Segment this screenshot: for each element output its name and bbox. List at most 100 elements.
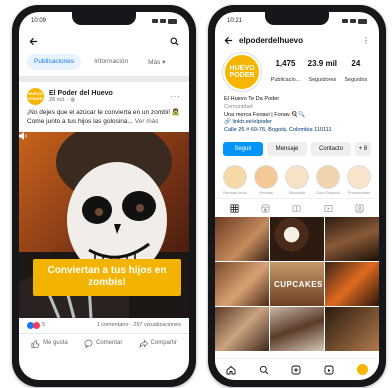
comment-view-count[interactable]: 1 comentario · 297 visualizaciones — [97, 322, 181, 328]
highlight-label: Promociones — [347, 191, 371, 196]
post-actions: Me gusta Comentar Compartir — [19, 332, 189, 353]
profile-username: elpoderdelhuevo — [239, 35, 304, 45]
bio-name: El Huevo Te Da Poder — [224, 96, 280, 102]
back-arrow-icon[interactable] — [224, 36, 233, 45]
tab-posts[interactable]: Publicaciones — [27, 54, 82, 70]
share-button[interactable]: Compartir — [139, 339, 177, 348]
grid-post[interactable] — [215, 262, 269, 307]
reactions[interactable]: 5 — [27, 321, 46, 329]
avatar-logo-text: HUEVO PODER — [28, 91, 43, 101]
highlight-label: Ciclo Expansión — [316, 191, 340, 196]
bio-category: Comunidad — [224, 103, 253, 110]
post-overlay-text: CUPCAKES — [274, 279, 323, 289]
grid-post[interactable] — [215, 217, 269, 262]
follow-button[interactable]: Seguir — [223, 142, 263, 157]
search-icon[interactable] — [170, 37, 179, 46]
status-icons — [152, 18, 177, 24]
home-icon[interactable] — [226, 365, 236, 375]
grid-post[interactable] — [215, 307, 269, 352]
video-caption: Conviertan a tus hijos en zombis! — [33, 258, 181, 296]
volume-icon[interactable] — [19, 131, 29, 140]
status-time: 10:21 — [227, 18, 243, 24]
page-name[interactable]: El Poder del Huevo — [49, 90, 113, 97]
search-icon[interactable] — [259, 365, 269, 375]
stat-value: 23.9 mil — [307, 58, 338, 68]
see-more-link[interactable]: Ver más — [135, 118, 159, 125]
facebook-tabs: Publicaciones Información Más ▾ — [19, 52, 189, 77]
contact-button[interactable]: Contacto — [311, 142, 351, 157]
stat-posts[interactable]: 1,475 Publicacio... — [271, 59, 301, 86]
grid-post[interactable] — [325, 262, 379, 307]
status-time: 10:09 — [31, 18, 47, 24]
stat-following[interactable]: 24 Seguidos — [344, 59, 367, 86]
highlight-item[interactable]: Recetas — [254, 165, 278, 195]
comment-icon — [84, 339, 93, 348]
highlight-cover — [223, 165, 247, 190]
share-label: Compartir — [150, 340, 177, 347]
posts-grid: CUPCAKES — [215, 217, 379, 352]
add-post-icon[interactable] — [291, 365, 301, 375]
page-avatar[interactable]: HUEVO PODER — [27, 88, 44, 105]
post-text: ¡No dejes que el azúcar te convierta en … — [19, 109, 189, 132]
message-button[interactable]: Mensaje — [267, 142, 307, 157]
grid-post[interactable]: CUPCAKES — [270, 262, 324, 307]
highlight-item[interactable]: Reportaje — [285, 165, 309, 195]
grid-post[interactable] — [325, 307, 379, 352]
notch — [72, 12, 136, 25]
profile-bio: El Huevo Te Da Poder Comunidad Una merca… — [215, 94, 379, 137]
stat-followers[interactable]: 23.9 mil Seguidores — [308, 59, 337, 86]
post-meta: 28 oct. · ◍ — [49, 97, 113, 103]
like-button[interactable]: Me gusta — [31, 339, 68, 348]
bottom-navigation — [215, 358, 379, 380]
back-arrow-icon[interactable] — [29, 37, 38, 46]
facebook-screen: 10:09 Publicaciones Información Más ▾ HU… — [19, 12, 189, 380]
story-highlights: Recetas Inicio Recetas Reportaje Ciclo E… — [215, 161, 379, 198]
profile-stats: 1,475 Publicacio... 23.9 mil Seguidores 24… — [267, 59, 371, 86]
reels-icon[interactable] — [261, 204, 270, 213]
bio-link[interactable]: 🔗 linktr.ee/elpoder — [224, 119, 370, 127]
like-label: Me gusta — [43, 340, 68, 347]
comment-button[interactable]: Comentar — [84, 339, 122, 348]
reaction-count: 5 — [42, 322, 46, 329]
instagram-screen: 10:21 elpoderdelhuevo ⋮ HUEVO PODER 1,47… — [215, 12, 379, 380]
grid-post[interactable] — [270, 307, 324, 352]
highlight-item[interactable]: Promociones — [347, 165, 371, 195]
stat-value: 1,475 — [275, 58, 296, 68]
notch — [265, 12, 329, 25]
highlight-cover — [254, 165, 278, 190]
guides-icon[interactable] — [292, 204, 301, 213]
stat-label: Seguidores — [308, 76, 337, 83]
profile-avatar-nav[interactable] — [356, 364, 368, 375]
highlight-cover — [285, 165, 309, 190]
stat-label: Seguidos — [344, 76, 368, 83]
reels-nav-icon[interactable] — [324, 365, 334, 375]
share-icon — [139, 339, 148, 348]
more-options-icon[interactable]: ⋮ — [362, 36, 370, 45]
highlight-label: Reportaje — [288, 191, 306, 196]
grid-post[interactable] — [325, 217, 379, 262]
tagged-icon[interactable] — [355, 204, 364, 213]
status-icons — [342, 18, 367, 24]
grid-icon[interactable] — [230, 204, 239, 213]
tab-more[interactable]: Más ▾ — [141, 54, 172, 70]
facebook-top-bar — [19, 30, 189, 52]
love-reaction-icon — [33, 321, 40, 329]
video-icon[interactable] — [324, 204, 333, 213]
highlight-item[interactable]: Ciclo Expansión — [316, 165, 340, 195]
profile-avatar[interactable]: HUEVO PODER — [223, 53, 261, 91]
add-user-button[interactable]: + 8 — [355, 142, 371, 157]
tab-more-label: Más — [148, 59, 161, 66]
phone-instagram: 10:21 elpoderdelhuevo ⋮ HUEVO PODER 1,47… — [208, 5, 386, 387]
stat-label: Publicacio... — [270, 76, 301, 83]
highlight-cover — [347, 165, 371, 190]
tab-info[interactable]: Información — [87, 54, 135, 70]
more-options-icon[interactable]: ··· — [170, 92, 181, 101]
chevron-down-icon: ▾ — [162, 59, 166, 66]
phone-facebook: 10:09 Publicaciones Información Más ▾ HU… — [12, 5, 196, 387]
highlight-label: Recetas — [259, 191, 273, 196]
profile-header: HUEVO PODER 1,475 Publicacio... 23.9 mil S… — [215, 50, 379, 94]
highlight-item[interactable]: Recetas Inicio — [223, 165, 247, 195]
bio-address[interactable]: Calle 26 # 69-76, Bogotá, Colombia 11011… — [224, 127, 370, 135]
grid-post[interactable] — [270, 217, 324, 262]
post-video[interactable]: Conviertan a tus hijos en zombis! — [19, 131, 189, 318]
